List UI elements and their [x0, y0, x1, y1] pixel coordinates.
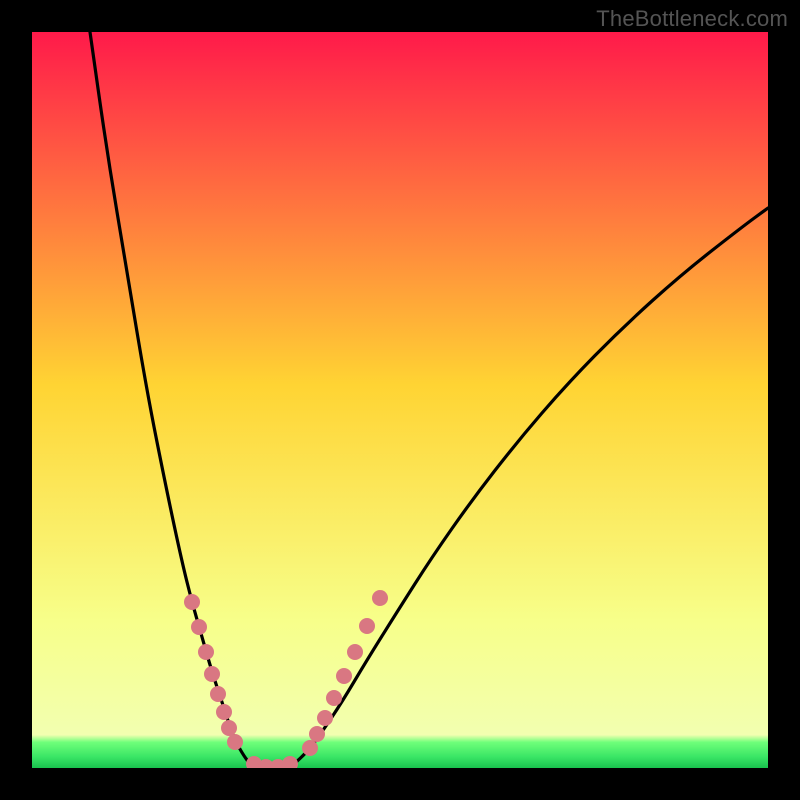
data-dot	[326, 690, 342, 706]
data-dot	[210, 686, 226, 702]
data-dot	[227, 734, 243, 750]
data-dot	[317, 710, 333, 726]
data-dot	[216, 704, 232, 720]
data-dot	[282, 756, 298, 768]
data-dot	[184, 594, 200, 610]
data-dot	[302, 740, 318, 756]
v-curve	[32, 32, 768, 768]
data-dot	[204, 666, 220, 682]
chart-frame: TheBottleneck.com	[0, 0, 800, 800]
data-dot	[198, 644, 214, 660]
data-dot	[347, 644, 363, 660]
data-dot	[336, 668, 352, 684]
plot-area	[32, 32, 768, 768]
watermark-text: TheBottleneck.com	[596, 6, 788, 32]
data-dot	[309, 726, 325, 742]
data-dot	[359, 618, 375, 634]
data-dot	[372, 590, 388, 606]
data-dot	[191, 619, 207, 635]
